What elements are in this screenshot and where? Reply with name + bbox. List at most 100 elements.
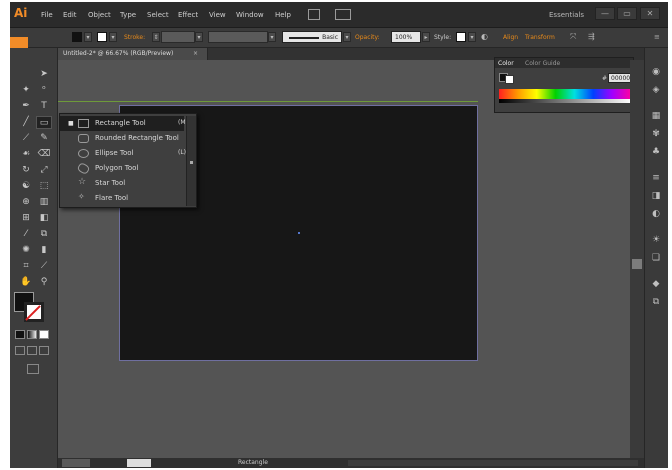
color-guide-panel-icon[interactable]: ◈ [650, 84, 662, 96]
shape-builder-tool-icon[interactable]: ⊕ [18, 196, 34, 209]
vertical-scrollbar[interactable] [630, 60, 644, 458]
graphic-styles-panel-icon[interactable]: ❏ [650, 252, 662, 264]
vertical-scroll-thumb[interactable] [632, 259, 642, 269]
transform-link[interactable]: Transform [525, 34, 555, 41]
stroke-weight-dropdown[interactable]: ▾ [195, 32, 203, 42]
minimize-button[interactable]: — [595, 7, 615, 20]
swatches-panel-icon[interactable]: ▦ [650, 110, 662, 122]
mesh-tool-icon[interactable]: ⊞ [18, 212, 34, 225]
draw-behind-icon[interactable] [27, 346, 37, 355]
color-panel-icon[interactable]: ◉ [650, 66, 662, 78]
pen-tool-icon[interactable]: ✒ [18, 100, 34, 113]
flyout-item-ellipse-tool[interactable]: Ellipse Tool (L) [60, 146, 186, 161]
menu-object[interactable]: Object [88, 11, 111, 19]
appearance-panel-icon[interactable]: ☀ [650, 234, 662, 246]
recolor-icon[interactable]: ◐ [481, 32, 488, 41]
menu-edit[interactable]: Edit [63, 11, 77, 19]
paintbrush-tool-icon[interactable]: ⟋ [18, 132, 34, 145]
transparency-panel-icon[interactable]: ◐ [650, 208, 662, 220]
artboards-panel-icon[interactable]: ⧉ [650, 296, 662, 308]
fill-swatch[interactable] [72, 32, 82, 42]
scale-tool-icon[interactable]: ⤢ [36, 164, 52, 177]
eyedropper-tool-icon[interactable]: ⁄ [18, 228, 34, 241]
graphic-style-swatch[interactable] [456, 32, 466, 42]
menu-file[interactable]: File [41, 11, 53, 19]
stroke-color-box[interactable] [24, 302, 44, 322]
blend-tool-icon[interactable]: ⧉ [36, 228, 52, 241]
tab-color-guide[interactable]: Color Guide [525, 60, 560, 67]
symbol-sprayer-tool-icon[interactable]: ✺ [18, 244, 34, 257]
horizontal-scrollbar[interactable] [348, 460, 638, 466]
color-mode-icon[interactable] [15, 330, 25, 339]
stroke-swatch[interactable] [97, 32, 107, 42]
type-tool-icon[interactable]: T [36, 100, 52, 113]
hand-tool-icon[interactable]: ✋ [18, 276, 34, 289]
panel-menu-icon[interactable]: ≡ [654, 33, 660, 41]
stroke-dropdown[interactable]: ▾ [109, 32, 117, 42]
menu-help[interactable]: Help [275, 11, 291, 19]
gradient-panel-icon[interactable]: ◨ [650, 190, 662, 202]
draw-normal-icon[interactable] [15, 346, 25, 355]
brushes-panel-icon[interactable]: ✾ [650, 128, 662, 140]
eraser-tool-icon[interactable]: ⌫ [36, 148, 52, 161]
free-transform-tool-icon[interactable]: ⬚ [36, 180, 52, 193]
flyout-item-star-tool[interactable]: ☆ Star Tool [60, 176, 184, 191]
stroke-weight-field[interactable] [161, 31, 195, 43]
variable-width-dropdown[interactable]: ▾ [268, 32, 276, 42]
rotate-tool-icon[interactable]: ↻ [18, 164, 34, 177]
artboard-number-field[interactable] [127, 459, 151, 467]
zoom-level-field[interactable] [62, 459, 90, 467]
bridge-icon[interactable] [308, 9, 320, 20]
isolate-icon[interactable]: ⤧ [570, 32, 576, 42]
column-graph-tool-icon[interactable]: ▮ [36, 244, 52, 257]
perspective-grid-tool-icon[interactable]: ▥ [36, 196, 52, 209]
artboard-tool-icon[interactable]: ⌗ [18, 260, 34, 273]
opacity-dropdown[interactable]: ▸ [422, 32, 430, 42]
draw-inside-icon[interactable] [39, 346, 49, 355]
gradient-tool-icon[interactable]: ◧ [36, 212, 52, 225]
arrange-icon[interactable]: ⇶ [588, 32, 595, 41]
zoom-tool-icon[interactable]: ⚲ [36, 276, 52, 289]
selection-tool-icon[interactable]: ➤ [36, 68, 52, 81]
opacity-field[interactable]: 100% [391, 31, 421, 43]
slice-tool-icon[interactable]: ⟋ [36, 260, 52, 273]
flyout-item-rectangle-tool[interactable]: ■ Rectangle Tool (M) [60, 116, 188, 131]
opacity-label[interactable]: Opacity: [355, 34, 380, 41]
maximize-button[interactable]: ▭ [617, 7, 637, 20]
flyout-tearoff-handle[interactable] [186, 116, 196, 206]
graphic-style-dropdown[interactable]: ▾ [468, 32, 476, 42]
align-link[interactable]: Align [503, 34, 518, 41]
fill-dropdown[interactable]: ▾ [84, 32, 92, 42]
magic-wand-tool-icon[interactable]: ✦ [18, 84, 34, 97]
menu-effect[interactable]: Effect [178, 11, 198, 19]
close-button[interactable]: ✕ [640, 7, 660, 20]
flyout-item-rounded-rectangle-tool[interactable]: Rounded Rectangle Tool [60, 131, 184, 146]
layers-panel-icon[interactable]: ◆ [650, 278, 662, 290]
menu-select[interactable]: Select [147, 11, 169, 19]
variable-width-field[interactable] [208, 31, 268, 43]
gradient-mode-icon[interactable] [27, 330, 37, 339]
color-spectrum-bar[interactable] [499, 89, 631, 103]
none-mode-icon[interactable] [39, 330, 49, 339]
tab-color[interactable]: Color [498, 60, 514, 67]
symbols-panel-icon[interactable]: ♣ [650, 146, 662, 158]
blob-brush-tool-icon[interactable]: ☙ [18, 148, 34, 161]
menu-view[interactable]: View [209, 11, 226, 19]
flyout-item-polygon-tool[interactable]: Polygon Tool [60, 161, 184, 176]
stroke-weight-stepper[interactable]: ⇕ [152, 32, 160, 42]
brush-dropdown[interactable]: ▾ [343, 32, 351, 42]
stroke-label[interactable]: Stroke: [124, 34, 145, 41]
pencil-tool-icon[interactable]: ✎ [36, 132, 52, 145]
document-tab[interactable]: Untitled-2* @ 66.67% (RGB/Preview) × [58, 48, 208, 60]
menu-window[interactable]: Window [236, 11, 264, 19]
stroke-panel-icon[interactable]: ≡ [650, 172, 662, 184]
screen-mode-icon[interactable] [27, 364, 39, 374]
menu-type[interactable]: Type [120, 11, 136, 19]
workspace-switcher[interactable]: Essentials [549, 11, 584, 19]
line-tool-icon[interactable]: ╱ [18, 116, 34, 129]
panel-stroke-swatch[interactable] [505, 75, 514, 84]
flyout-item-flare-tool[interactable]: ✧ Flare Tool [60, 191, 184, 206]
warp-tool-icon[interactable]: ☯ [18, 180, 34, 193]
rectangle-tool-icon[interactable]: ▭ [36, 116, 52, 129]
lasso-tool-icon[interactable]: ᵒ [36, 84, 52, 97]
